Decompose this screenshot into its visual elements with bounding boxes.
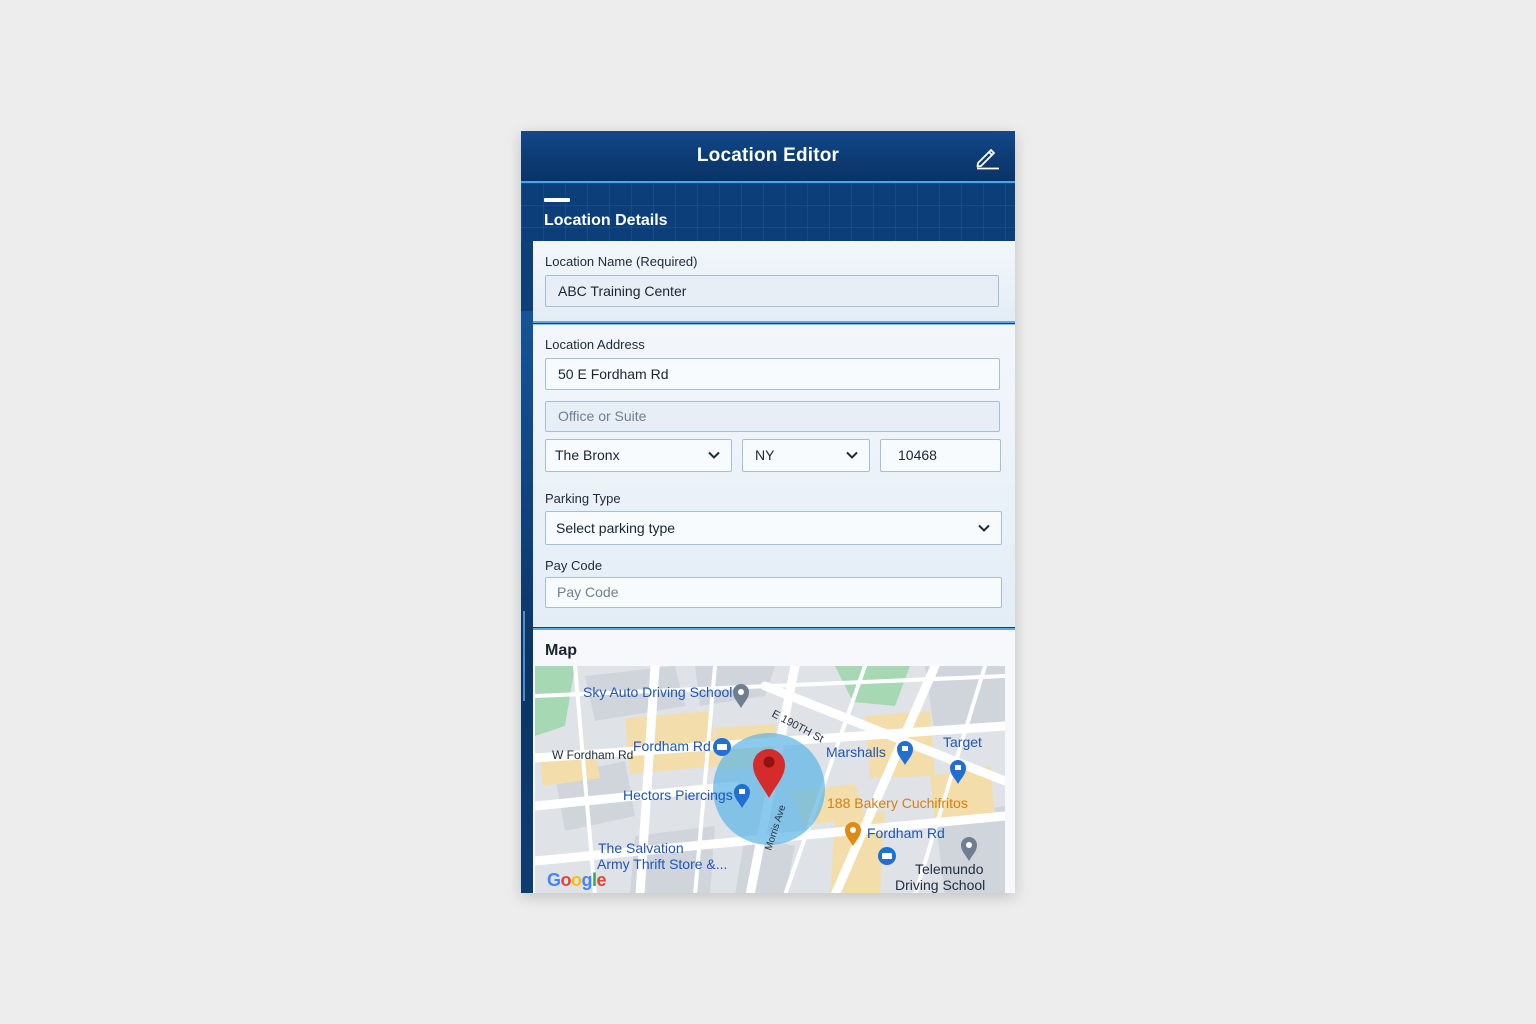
edit-button[interactable] bbox=[973, 142, 1001, 170]
city-select[interactable]: The Bronx bbox=[545, 439, 732, 472]
location-name-label: Location Name (Required) bbox=[545, 254, 698, 269]
chevron-down-icon bbox=[978, 524, 990, 532]
chevron-down-icon bbox=[846, 451, 858, 459]
chevron-down-icon bbox=[708, 451, 720, 459]
google-logo: Google bbox=[547, 870, 607, 890]
map-place-bakery[interactable]: 188 Bakery Cuchifritos bbox=[827, 795, 968, 811]
page-title: Location Editor bbox=[696, 145, 840, 166]
section-header: Location Details bbox=[521, 183, 1015, 241]
minus-icon[interactable] bbox=[544, 198, 570, 202]
street-address-field[interactable]: 50 E Fordham Rd bbox=[545, 358, 1000, 390]
pay-code-label: Pay Code bbox=[545, 558, 603, 573]
map-place-fordham-rd-station[interactable]: Fordham Rd bbox=[633, 738, 711, 754]
decorative-strip bbox=[521, 311, 533, 893]
state-value: NY bbox=[755, 447, 775, 463]
map-place-marshalls[interactable]: Marshalls bbox=[826, 744, 886, 760]
map-title: Map bbox=[545, 642, 577, 659]
map-place-fordham-rd-2[interactable]: Fordham Rd bbox=[867, 825, 945, 841]
location-editor-screen: Location Editor Location Details Locatio… bbox=[521, 131, 1015, 893]
map-card: Map E 190TH St Morris Ave Sky Auto Drivi… bbox=[533, 628, 1015, 893]
pencil-icon bbox=[976, 149, 999, 170]
pay-code-field[interactable]: Pay Code bbox=[545, 577, 1002, 608]
parking-type-value: Select parking type bbox=[556, 520, 676, 536]
map-place-salvation-2[interactable]: Army Thrift Store &... bbox=[597, 856, 727, 872]
city-value: The Bronx bbox=[555, 447, 620, 463]
suite-field[interactable]: Office or Suite bbox=[545, 401, 1000, 432]
parking-type-label: Parking Type bbox=[545, 491, 621, 506]
map-street-w-fordham: W Fordham Rd bbox=[552, 748, 634, 762]
parking-type-select[interactable]: Select parking type bbox=[545, 511, 1002, 545]
address-card: Location Address 50 E Fordham Rd Office … bbox=[533, 324, 1015, 627]
section-title: Location Details bbox=[544, 212, 668, 229]
map-view[interactable]: E 190TH St Morris Ave Sky Auto Driving S… bbox=[535, 666, 1005, 893]
address-label: Location Address bbox=[545, 337, 645, 352]
map-place-hectors[interactable]: Hectors Piercings bbox=[623, 787, 733, 803]
app-header: Location Editor bbox=[521, 131, 1015, 183]
map-place-telemundo-2[interactable]: Driving School bbox=[895, 877, 985, 893]
state-select[interactable]: NY bbox=[742, 439, 870, 472]
map-place-target[interactable]: Target bbox=[943, 734, 982, 750]
location-name-card: Location Name (Required) ABC Training Ce… bbox=[533, 241, 1015, 323]
zip-field[interactable]: 10468 bbox=[880, 439, 1001, 472]
map-place-sky-auto[interactable]: Sky Auto Driving School bbox=[583, 684, 732, 700]
map-place-telemundo-1[interactable]: Telemundo bbox=[915, 861, 984, 877]
location-name-field[interactable]: ABC Training Center bbox=[545, 275, 999, 307]
map-place-salvation-1[interactable]: The Salvation bbox=[598, 840, 684, 856]
